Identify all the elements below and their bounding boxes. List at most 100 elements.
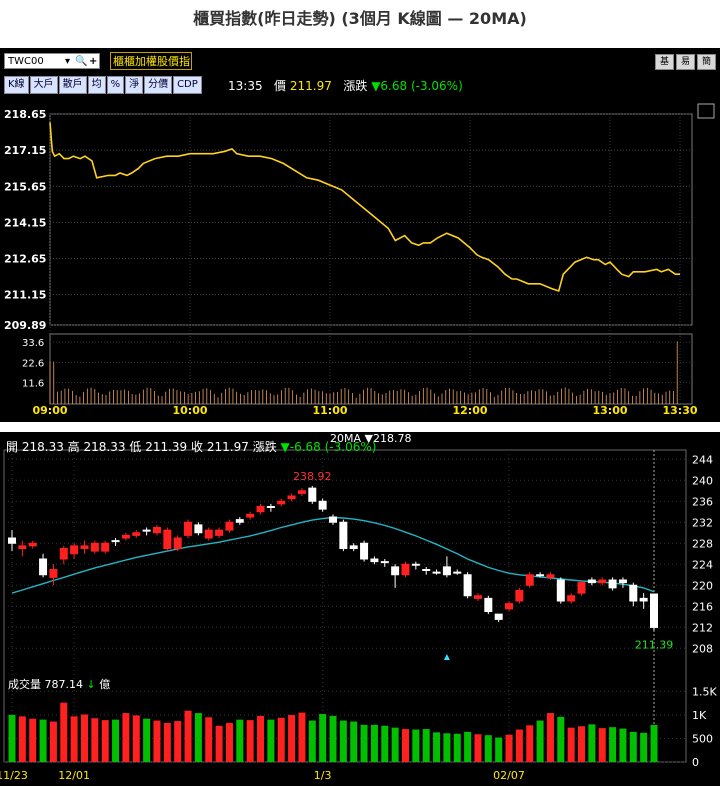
volume-y-tick-label: 0 [692, 756, 699, 769]
volume-bar [474, 734, 482, 762]
intraday-y-tick-label: 212.65 [4, 253, 46, 266]
candle-body [194, 524, 203, 534]
volume-unit: 億 [99, 678, 111, 691]
candle-body [494, 613, 503, 620]
intraday-price-line [49, 122, 680, 293]
volume-bar [308, 720, 316, 762]
volume-bar [298, 712, 306, 762]
volume-bar [60, 702, 68, 762]
volume-bar [381, 725, 389, 762]
volume-bar [122, 713, 130, 762]
daily-change-label: 漲跌 [252, 440, 277, 454]
volume-y-tick-label: 1K [692, 709, 707, 722]
intraday-y-tick-label: 214.15 [4, 216, 46, 229]
intraday-volume-tick-label: 22.6 [22, 358, 44, 369]
volume-bar [184, 710, 192, 762]
intraday-y-tick-label: 217.15 [4, 144, 46, 157]
candle-body [432, 571, 441, 574]
candle-body [349, 545, 358, 549]
volume-bar [464, 731, 472, 762]
candle-body [173, 537, 182, 549]
volume-value: 787.14 [44, 678, 84, 691]
low-label: 低 [129, 440, 142, 454]
volume-bar [225, 722, 233, 762]
candle-body [132, 532, 141, 536]
volume-bar [194, 713, 202, 762]
candle-body [308, 487, 317, 502]
candle-body [59, 548, 68, 560]
open-value: 218.33 [21, 440, 64, 454]
intraday-x-tick-label: 10:00 [172, 404, 207, 417]
candle-body [277, 500, 286, 505]
candlestick-chart: 244 240 236 232 228 224 220 216 212 208 11/23 12/01… [0, 449, 717, 782]
candle-body [608, 579, 617, 589]
high-value: 218.33 [83, 440, 126, 454]
candle-body [246, 513, 255, 518]
candle-body [473, 595, 482, 599]
candle-body [18, 545, 27, 549]
volume-bar [546, 713, 554, 762]
volume-bar [8, 714, 16, 762]
candle-body [463, 574, 472, 597]
candle-body [484, 597, 493, 612]
volume-bar [433, 732, 441, 762]
volume-bar [49, 721, 57, 762]
intraday-plot-frame [49, 113, 693, 326]
intraday-x-tick-label: 09:00 [32, 404, 67, 417]
candle-body [152, 527, 161, 534]
candle-body [266, 506, 275, 508]
volume-bar [143, 718, 151, 762]
low-value: 211.39 [145, 440, 188, 454]
candle-body [215, 529, 224, 536]
volume-bar [39, 719, 47, 762]
intraday-y-tick-label: 218.65 [4, 108, 46, 121]
volume-legend: 成交量 787.14 ↓ 億 [8, 676, 110, 692]
volume-bar [153, 720, 161, 762]
volume-bar [132, 715, 140, 762]
candle-body [360, 542, 369, 560]
volume-bar [422, 729, 430, 762]
page-title: 櫃買指數(昨日走勢) (3個月 K線圖 — 20MA) [193, 9, 527, 28]
candle-body [567, 595, 576, 602]
link-icon [697, 103, 715, 119]
candle-body [297, 490, 306, 494]
volume-bar [29, 718, 37, 762]
volume-bar [174, 721, 182, 762]
volume-bar [567, 727, 575, 762]
candle-body [391, 566, 400, 576]
volume-label: 成交量 [8, 678, 41, 691]
volume-y-tick-label: 1.5K [692, 685, 717, 698]
candle-body [546, 574, 555, 578]
candle-body [370, 558, 379, 563]
volume-bar [215, 725, 223, 762]
daily-x-tick-label: 12/01 [58, 769, 90, 782]
daily-y-tick-label: 232 [692, 516, 713, 529]
candle-body [28, 542, 37, 547]
volume-bar [557, 716, 565, 762]
candle-body [380, 561, 389, 564]
intraday-x-tick-label: 11:00 [312, 404, 347, 417]
volume-bar [536, 720, 544, 762]
volume-bar [370, 724, 378, 762]
candle-body [411, 563, 420, 566]
daily-kline-panel: 244 240 236 232 228 224 220 216 212 208 11/23 12/01… [0, 432, 720, 786]
candle-body [536, 574, 545, 577]
intraday-line-chart: 218.65 217.15 215.65 214.15 212.65 211.15 209.… [4, 103, 715, 417]
open-label: 開 [6, 440, 19, 454]
marker-triangle [443, 654, 450, 660]
candle-body [329, 516, 337, 523]
volume-bar [112, 719, 120, 762]
volume-bar [578, 726, 586, 762]
volume-bar [588, 724, 596, 762]
intraday-volume-tick-label: 33.6 [22, 338, 44, 349]
volume-bar [505, 734, 513, 762]
volume-bar [629, 731, 637, 762]
candle-body [318, 500, 327, 510]
candle-body [235, 519, 244, 523]
candle-body [287, 495, 296, 500]
daily-y-tick-label: 224 [692, 558, 713, 571]
candle-body [256, 506, 265, 513]
volume-bar [329, 715, 337, 762]
candle-body [598, 579, 607, 584]
intraday-x-tick-label: 12:00 [452, 404, 487, 417]
